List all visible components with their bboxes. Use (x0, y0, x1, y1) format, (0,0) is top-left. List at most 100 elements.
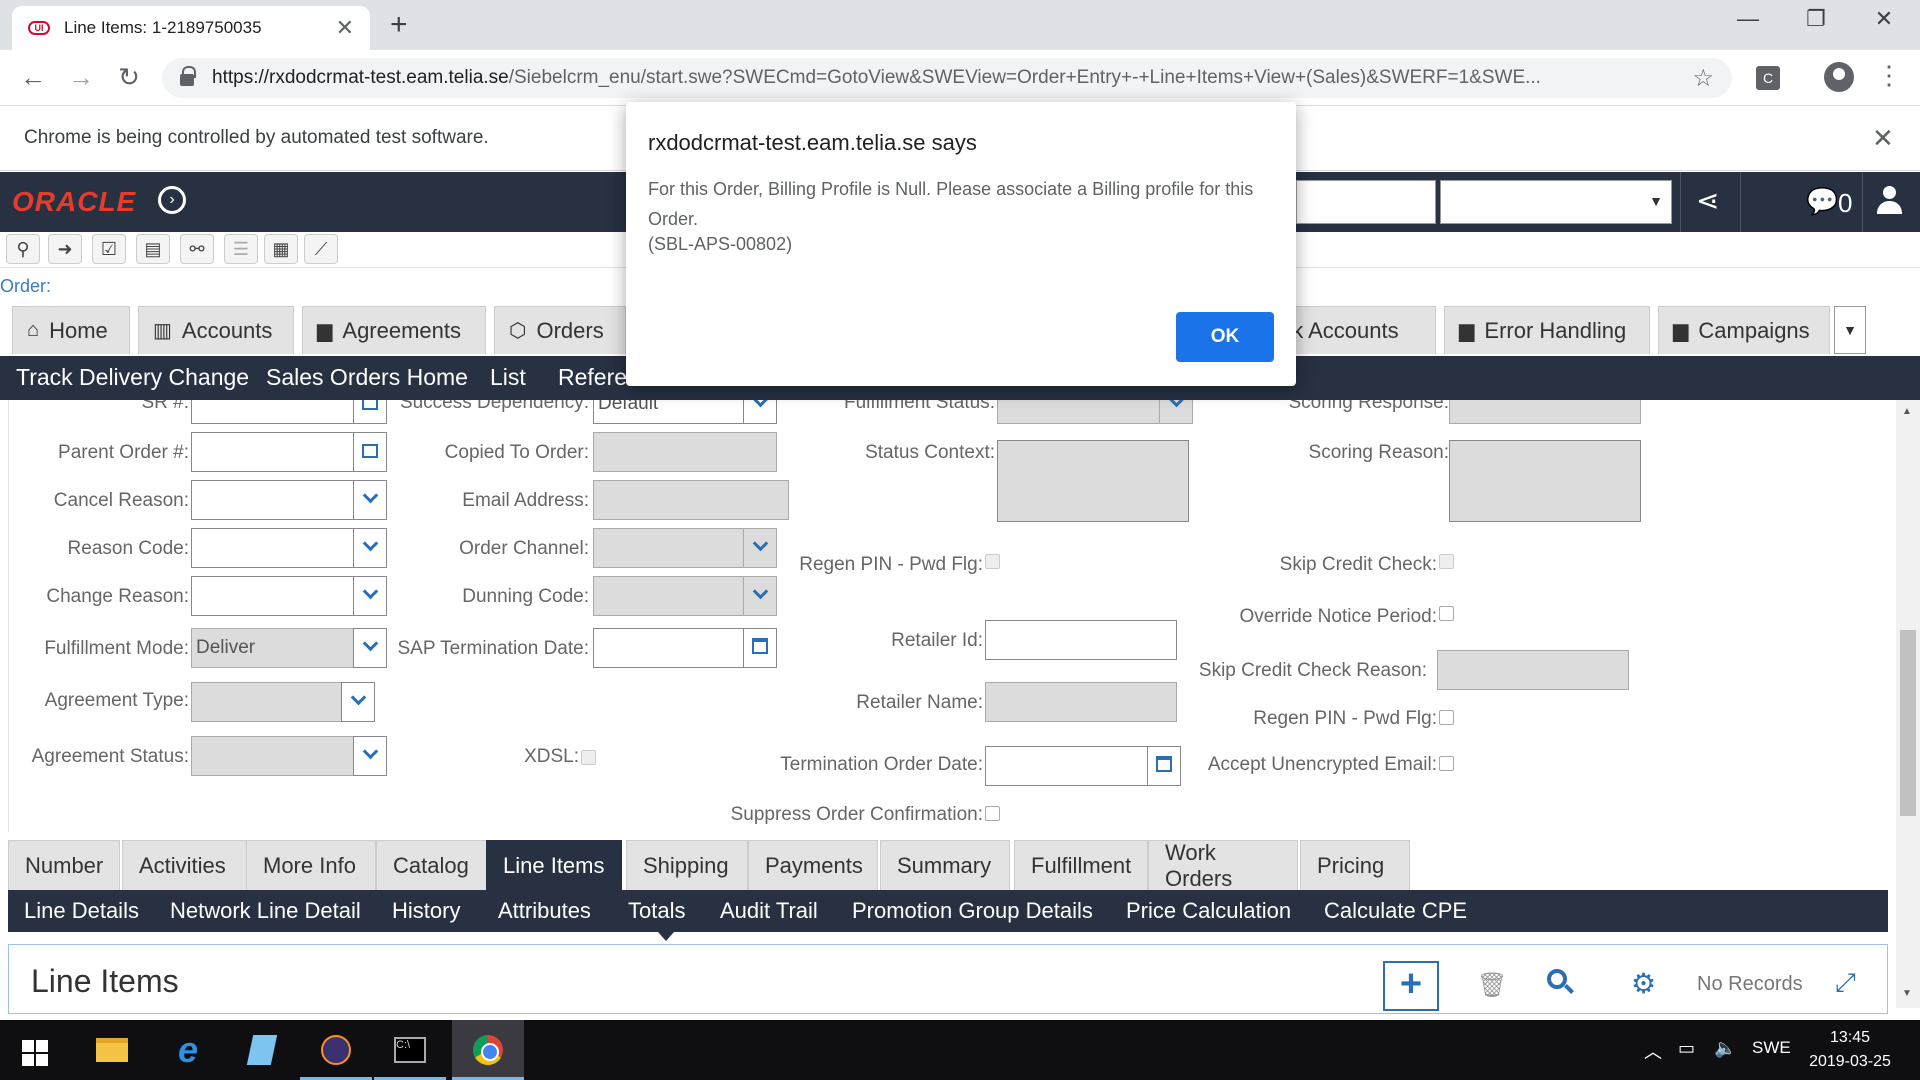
window-close-icon[interactable]: ✕ (1864, 6, 1904, 32)
tab-summary[interactable]: Summary (880, 840, 1010, 890)
cancel-reason-select[interactable] (191, 480, 355, 520)
tab-agreements[interactable]: ▆ Agreements (302, 306, 486, 354)
sr-field[interactable] (191, 400, 355, 424)
expand-icon[interactable]: ⤢ (1835, 967, 1856, 999)
file-explorer-icon[interactable] (76, 1020, 148, 1080)
view-link-reference[interactable]: Refere (558, 364, 627, 391)
fulfillment-status-select[interactable] (997, 400, 1161, 424)
user-icon[interactable] (1876, 186, 1902, 216)
override-notice-period-checkbox[interactable] (1439, 606, 1454, 621)
chrome-icon[interactable] (452, 1020, 524, 1080)
taskbar-clock[interactable]: 13:45 2019-03-25 (1800, 1026, 1900, 1074)
link-totals[interactable]: Totals (628, 898, 685, 924)
tab-error-handling[interactable]: ▆ Error Handling (1444, 306, 1650, 354)
change-reason-dropdown-button[interactable] (353, 576, 387, 616)
tab-catalog[interactable]: Catalog (376, 840, 492, 890)
link-promotion-group-details[interactable]: Promotion Group Details (852, 898, 1093, 924)
address-bar[interactable]: https://rxdodcrmat-test.eam.telia.se/Sie… (162, 58, 1732, 98)
link-network-line-detail[interactable]: Network Line Detail (170, 898, 361, 924)
link-calculate-cpe[interactable]: Calculate CPE (1324, 898, 1467, 924)
agreement-type-select[interactable] (191, 682, 343, 722)
chart-icon[interactable]: ⟋ (304, 234, 338, 264)
reload-icon[interactable]: ↻ (112, 62, 146, 93)
tray-expand-icon[interactable]: ︿ (1644, 1038, 1662, 1064)
link-audit-trail[interactable]: Audit Trail (720, 898, 818, 924)
command-prompt-icon[interactable]: C:\ (374, 1020, 446, 1080)
order-channel-select[interactable] (593, 528, 745, 568)
link-line-details[interactable]: Line Details (24, 898, 139, 924)
delete-icon[interactable]: 🗑 (1477, 971, 1507, 1000)
browser-menu-icon[interactable]: ⋮ (1876, 60, 1902, 91)
browser-tab[interactable]: UI Line Items: 1-2189750035 ✕ (12, 6, 370, 50)
agreement-status-dropdown-button[interactable] (353, 736, 387, 776)
clipboard-check-icon[interactable]: ☑ (92, 234, 126, 264)
tab-more-info[interactable]: More Info (246, 840, 376, 890)
network-icon[interactable]: ▭ (1678, 1038, 1695, 1059)
agreement-type-dropdown-button[interactable] (341, 682, 375, 722)
bookmark-star-icon[interactable]: ☆ (1692, 64, 1714, 93)
scroll-down-icon[interactable]: ▼ (1902, 988, 1912, 999)
minimize-icon[interactable]: — (1728, 6, 1768, 32)
internet-explorer-icon[interactable]: e (152, 1020, 224, 1080)
query-icon[interactable]: ⚲ (6, 234, 40, 264)
change-reason-select[interactable] (191, 576, 355, 616)
extension-icon[interactable]: C (1756, 66, 1780, 90)
parent-order-field[interactable] (191, 432, 355, 472)
global-search-input[interactable] (1296, 180, 1436, 224)
fulfillment-mode-select[interactable]: Deliver (191, 628, 355, 668)
agreement-status-select[interactable] (191, 736, 355, 776)
search-scope-select[interactable]: ▼ (1440, 180, 1672, 224)
notepad-icon[interactable] (226, 1020, 298, 1080)
infobar-close-icon[interactable]: ✕ (1872, 123, 1894, 154)
forward-circle-icon[interactable]: ➜ (48, 234, 82, 264)
tab-shipping[interactable]: Shipping (626, 840, 748, 890)
view-link-list[interactable]: List (490, 364, 526, 391)
fulfillment-mode-dropdown-button[interactable] (353, 628, 387, 668)
ok-button[interactable]: OK (1176, 312, 1274, 362)
scroll-up-icon[interactable]: ▲ (1902, 406, 1912, 417)
tab-payments[interactable]: Payments (748, 840, 878, 890)
scrollbar-thumb[interactable] (1900, 630, 1916, 816)
view-link-track-delivery-change[interactable]: Track Delivery Change (16, 364, 249, 391)
paste-icon[interactable]: ▤ (136, 234, 170, 264)
accept-unencrypted-email-checkbox[interactable] (1439, 756, 1454, 771)
tab-home[interactable]: ⌂ Home (12, 306, 130, 354)
parent-order-lookup-button[interactable] (353, 432, 387, 472)
restore-icon[interactable]: ❐ (1796, 6, 1836, 32)
back-icon[interactable]: ← (16, 62, 50, 93)
notes-icon[interactable]: ▦ (264, 234, 298, 264)
windows-start-icon[interactable] (22, 1040, 48, 1066)
language-indicator[interactable]: SWE (1752, 1038, 1791, 1058)
new-tab-icon[interactable]: + (390, 8, 408, 42)
tab-work-orders[interactable]: Work Orders (1148, 840, 1298, 891)
link-price-calculation[interactable]: Price Calculation (1126, 898, 1291, 924)
reason-code-dropdown-button[interactable] (353, 528, 387, 568)
tab-orders[interactable]: ⬡ Orders (494, 306, 626, 354)
regen-pin-pwd-flg-2-checkbox[interactable] (1439, 710, 1454, 725)
sap-termination-date-field[interactable] (593, 628, 745, 668)
add-record-button[interactable]: + (1383, 961, 1439, 1011)
link-attributes[interactable]: Attributes (498, 898, 591, 924)
forward-icon[interactable]: → (64, 62, 98, 93)
regen-pin-pwd-flg-checkbox[interactable] (985, 554, 1000, 569)
navigate-arrow-icon[interactable]: › (158, 186, 186, 214)
profile-avatar-icon[interactable] (1824, 62, 1854, 92)
tab-number[interactable]: Number (8, 840, 120, 890)
success-dependency-select[interactable]: Default (593, 400, 745, 424)
tab-accounts[interactable]: ▥ Accounts (138, 306, 294, 354)
reason-code-select[interactable] (191, 528, 355, 568)
tab-activities[interactable]: Activities (122, 840, 252, 890)
dunning-code-dropdown-button[interactable] (743, 576, 777, 616)
cancel-reason-dropdown-button[interactable] (353, 480, 387, 520)
termination-order-date-field[interactable] (985, 746, 1149, 786)
more-tabs-dropdown[interactable]: ▼ (1834, 306, 1866, 354)
link-icon[interactable]: ⚯ (180, 234, 214, 264)
volume-icon[interactable]: 🔈 (1714, 1038, 1736, 1059)
link-history[interactable]: History (392, 898, 460, 924)
share-icon[interactable]: ⋖ (1696, 184, 1719, 217)
sr-lookup-button[interactable] (353, 400, 387, 424)
tab-campaigns[interactable]: ▆ Campaigns (1658, 306, 1830, 354)
xdsl-checkbox[interactable] (581, 750, 596, 765)
notification-icon[interactable]: 💬 (1806, 186, 1838, 217)
dunning-code-select[interactable] (593, 576, 745, 616)
